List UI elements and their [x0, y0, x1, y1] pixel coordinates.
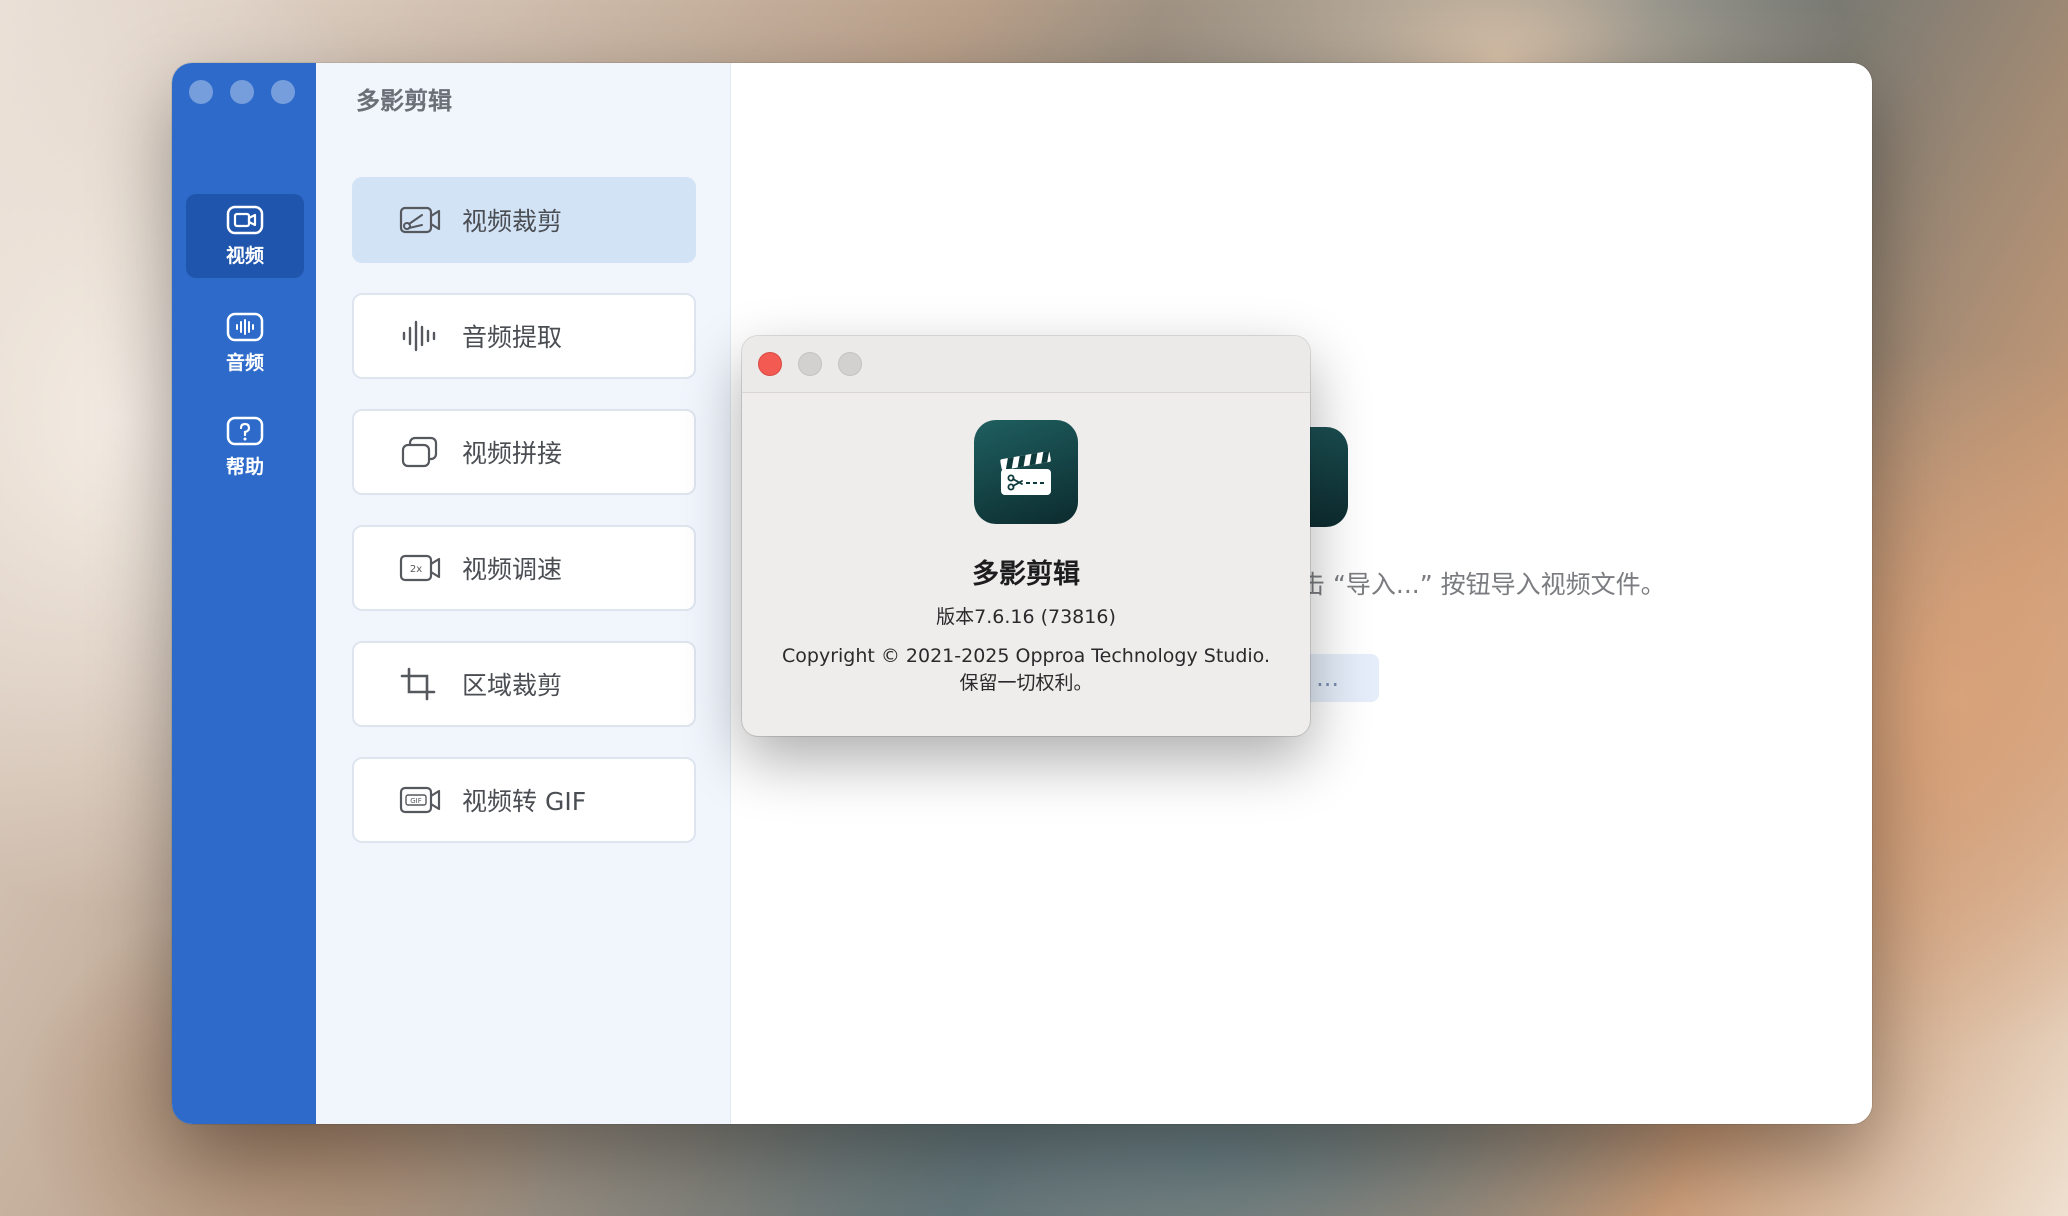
rail-item-help[interactable]: 帮助	[186, 405, 304, 489]
window-controls	[189, 80, 295, 104]
rail-item-video[interactable]: 视频	[186, 194, 304, 278]
dialog-copyright: Copyright © 2021-2025 Opproa Technology …	[742, 643, 1310, 697]
dialog-close-button[interactable]	[758, 352, 782, 376]
app-title: 多影剪辑	[356, 87, 452, 115]
video-gif-icon: GIF	[399, 786, 441, 814]
menu-item-label: 视频调速	[462, 555, 563, 584]
dialog-version: 版本7.6.16 (73816)	[936, 606, 1116, 628]
sidebar-rail: 视频 音频 帮助	[172, 63, 316, 1124]
menu-item-video-speed[interactable]: 2x 视频调速	[352, 525, 696, 611]
menu-item-region-crop[interactable]: 区域裁剪	[352, 641, 696, 727]
close-button[interactable]	[189, 80, 213, 104]
video-join-icon	[401, 436, 438, 468]
dialog-titlebar	[742, 336, 1310, 393]
menu-item-video-gif[interactable]: GIF 视频转 GIF	[352, 757, 696, 843]
video-speed-icon: 2x	[399, 554, 441, 582]
svg-text:GIF: GIF	[410, 797, 422, 805]
minimize-button[interactable]	[230, 80, 254, 104]
video-cut-icon	[399, 206, 441, 234]
copyright-line: Copyright © 2021-2025 Opproa Technology …	[782, 645, 1270, 667]
menu-item-video-join[interactable]: 视频拼接	[352, 409, 696, 495]
rail-item-audio[interactable]: 音频	[186, 301, 304, 385]
video-camera-icon	[226, 205, 264, 234]
dialog-app-name: 多影剪辑	[972, 559, 1080, 590]
svg-text:2x: 2x	[410, 564, 422, 575]
rail-item-label: 视频	[225, 244, 264, 267]
question-icon	[226, 416, 264, 445]
feature-menu: 多影剪辑 视频裁剪 音频提取 视频拼接 2x 视频调速 区域裁剪 GIF 视频转…	[316, 63, 731, 1124]
dialog-minimize-button	[798, 352, 822, 376]
clapperboard-icon	[1000, 450, 1051, 495]
dialog-zoom-button	[838, 352, 862, 376]
rail-item-label: 帮助	[225, 455, 264, 478]
about-dialog: 多影剪辑 版本7.6.16 (73816) Copyright © 2021-2…	[742, 336, 1310, 736]
rights-line: 保留一切权利。	[959, 672, 1093, 694]
app-logo-icon	[974, 420, 1078, 524]
menu-item-label: 区域裁剪	[462, 671, 563, 700]
audio-wave-icon	[402, 320, 436, 352]
audio-wave-icon	[226, 312, 264, 341]
menu-item-video-cut[interactable]: 视频裁剪	[352, 177, 696, 263]
menu-item-label: 视频转 GIF	[462, 787, 587, 816]
rail-item-label: 音频	[225, 351, 264, 374]
crop-icon	[400, 667, 436, 701]
dialog-window-controls	[758, 352, 862, 376]
menu-item-label: 音频提取	[462, 323, 563, 352]
zoom-button[interactable]	[271, 80, 295, 104]
menu-item-audio-extract[interactable]: 音频提取	[352, 293, 696, 379]
menu-item-label: 视频拼接	[462, 439, 563, 468]
menu-item-label: 视频裁剪	[462, 207, 563, 236]
import-hint: 击 “导入...” 按钮导入视频文件。	[1300, 570, 1666, 599]
